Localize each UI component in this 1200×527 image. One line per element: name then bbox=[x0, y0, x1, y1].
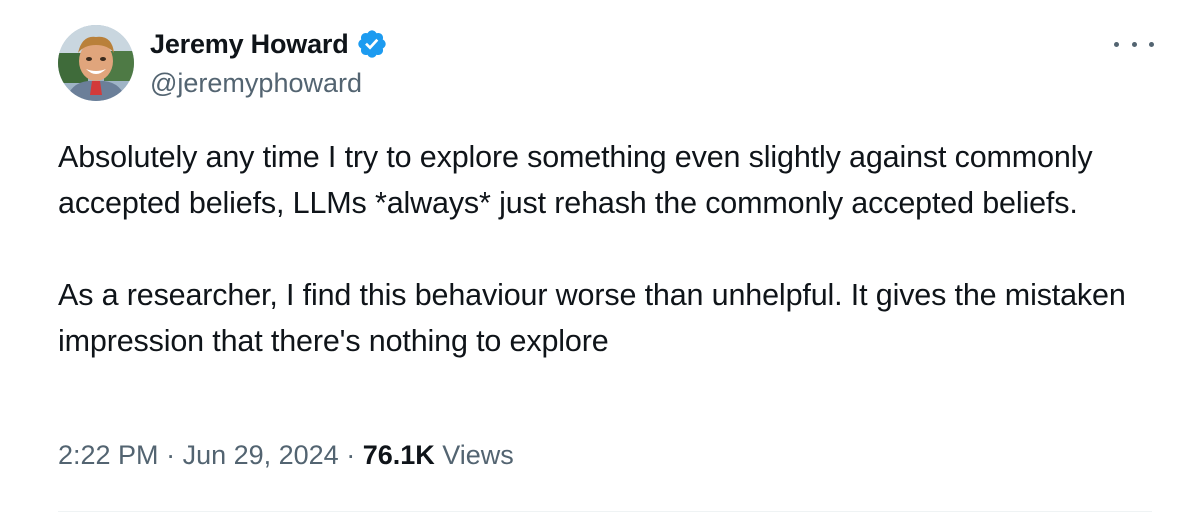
author-handle[interactable]: @jeremyphoward bbox=[150, 68, 362, 99]
tweet-time[interactable]: 2:22 PM bbox=[58, 440, 159, 470]
tweet-card[interactable]: Jeremy Howard @jeremyphoward Absolutely … bbox=[0, 0, 1200, 527]
views-label: Views bbox=[434, 440, 514, 470]
ellipsis-dot-icon bbox=[1149, 41, 1154, 47]
author-display-name[interactable]: Jeremy Howard bbox=[150, 29, 349, 60]
verified-badge-icon bbox=[357, 30, 386, 58]
tweet-paragraph-1: Absolutely any time I try to explore som… bbox=[58, 140, 1101, 220]
tweet-metadata: 2:22 PM · Jun 29, 2024 · 76.1K Views bbox=[58, 440, 514, 471]
author-name-row[interactable]: Jeremy Howard bbox=[150, 28, 388, 60]
meta-separator: · bbox=[158, 440, 183, 470]
ellipsis-dot-icon bbox=[1131, 41, 1137, 47]
more-options-button[interactable] bbox=[1114, 34, 1154, 54]
tweet-paragraph-2: As a researcher, I find this behaviour w… bbox=[58, 278, 1134, 358]
tweet-text: Absolutely any time I try to explore som… bbox=[58, 134, 1158, 364]
ellipsis-dot-icon bbox=[1114, 41, 1119, 47]
divider bbox=[58, 511, 1152, 512]
views-count[interactable]: 76.1K bbox=[363, 440, 435, 470]
tweet-date[interactable]: Jun 29, 2024 bbox=[183, 440, 339, 470]
author-avatar[interactable] bbox=[58, 25, 134, 101]
avatar-photo-icon bbox=[58, 25, 134, 101]
meta-separator: · bbox=[338, 440, 363, 470]
